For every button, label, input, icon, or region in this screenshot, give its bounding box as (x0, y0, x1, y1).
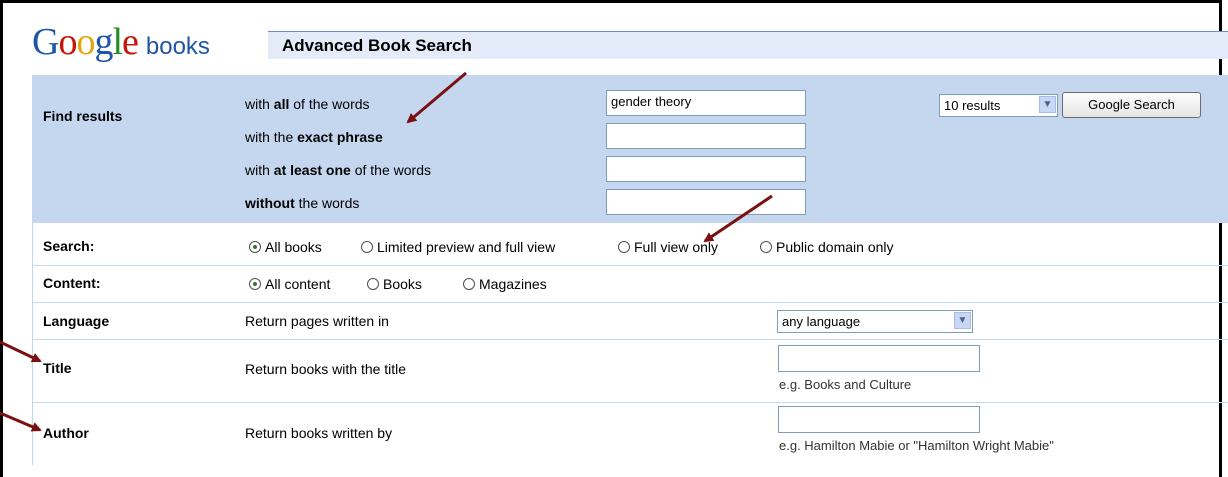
screenshot-frame (0, 0, 1222, 477)
google-search-button[interactable]: Google Search (1062, 92, 1201, 118)
radio-selected-icon (249, 278, 261, 290)
google-books-logo[interactable]: Google books (32, 20, 210, 63)
title-label: Title (43, 360, 72, 376)
radio-all-content[interactable]: All content (249, 276, 330, 292)
without-words-input[interactable] (606, 189, 806, 215)
content-label: Content: (43, 275, 101, 291)
radio-selected-icon (249, 241, 261, 253)
chevron-down-icon: ▼ (1039, 96, 1056, 113)
language-desc: Return pages written in (245, 313, 389, 329)
without-words-label: without the words (245, 195, 360, 211)
page-title: Advanced Book Search (282, 36, 472, 55)
at-least-one-input[interactable] (606, 156, 806, 182)
radio-books[interactable]: Books (367, 276, 422, 292)
google-wordmark: Google (32, 21, 139, 63)
language-label: Language (43, 313, 110, 329)
divider (32, 339, 1228, 340)
exact-phrase-input[interactable] (606, 123, 806, 149)
radio-magazines[interactable]: Magazines (463, 276, 547, 292)
radio-full-view-only[interactable]: Full view only (618, 239, 718, 255)
title-desc: Return books with the title (245, 361, 407, 377)
language-value: any language (782, 314, 861, 329)
author-input[interactable] (778, 406, 980, 433)
divider (32, 265, 1228, 266)
radio-icon (367, 278, 379, 290)
results-count-value: 10 results (944, 98, 1001, 113)
radio-icon (463, 278, 475, 290)
language-select[interactable]: any language ▼ (777, 310, 973, 333)
title-bar: Advanced Book Search (268, 31, 1228, 59)
author-hint: e.g. Hamilton Mabie or "Hamilton Wright … (779, 438, 1054, 453)
author-desc: Return books written by (245, 425, 393, 441)
radio-icon (618, 241, 630, 253)
find-results-label: Find results (43, 108, 123, 124)
title-hint: e.g. Books and Culture (779, 377, 912, 392)
divider (32, 302, 1228, 303)
results-count-select[interactable]: 10 results ▼ (939, 94, 1058, 117)
radio-public-domain[interactable]: Public domain only (760, 239, 894, 255)
title-input[interactable] (778, 345, 980, 372)
radio-icon (361, 241, 373, 253)
author-label: Author (43, 425, 89, 441)
radio-limited-preview[interactable]: Limited preview and full view (361, 239, 555, 255)
radio-all-books[interactable]: All books (249, 239, 322, 255)
all-words-label: with all of the words (245, 96, 370, 112)
search-label: Search: (43, 238, 95, 254)
radio-icon (760, 241, 772, 253)
all-words-input[interactable]: gender theory (606, 90, 806, 116)
exact-phrase-label: with the exact phrase (245, 129, 383, 145)
left-rule (32, 223, 33, 465)
divider (32, 402, 1228, 403)
books-wordmark: books (145, 33, 210, 60)
at-least-one-label: with at least one of the words (245, 162, 431, 178)
chevron-down-icon: ▼ (954, 312, 971, 329)
